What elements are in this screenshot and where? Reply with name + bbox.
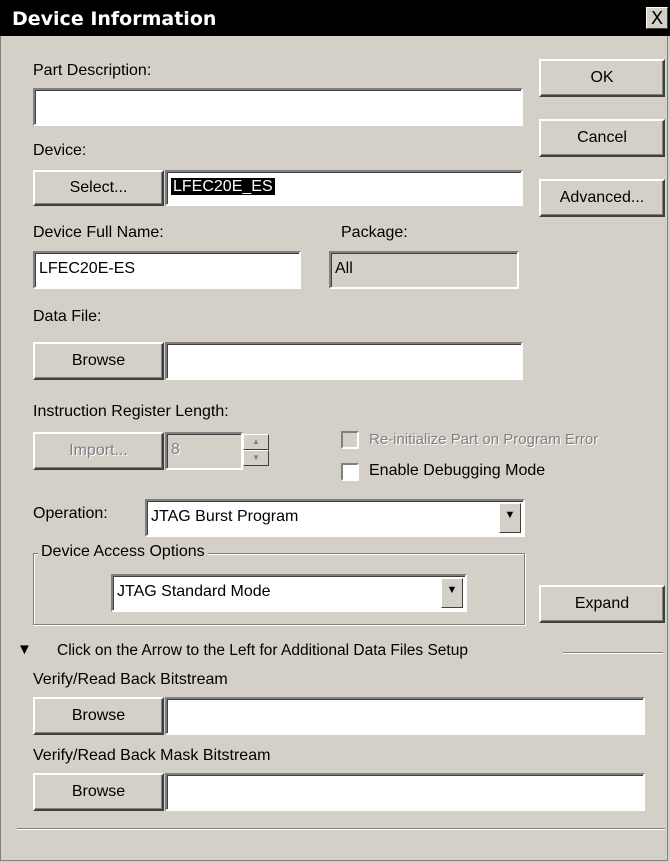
part-description-label: Part Description: bbox=[33, 62, 152, 79]
operation-select[interactable]: JTAG Burst Program ▼ bbox=[145, 499, 525, 537]
package-field: All bbox=[329, 251, 519, 289]
device-full-name-label: Device Full Name: bbox=[33, 224, 164, 241]
additional-files-header: Click on the Arrow to the Left for Addit… bbox=[57, 642, 468, 659]
expand-button[interactable]: Expand bbox=[539, 585, 665, 623]
data-file-label: Data File: bbox=[33, 308, 102, 325]
verify-bitstream-label: Verify/Read Back Bitstream bbox=[33, 671, 228, 688]
device-select-button[interactable]: Select... bbox=[33, 170, 164, 206]
debugging-label: Enable Debugging Mode bbox=[369, 462, 546, 479]
reinitialize-checkbox[interactable] bbox=[341, 431, 359, 449]
bottom-divider bbox=[17, 828, 665, 830]
close-button[interactable]: X bbox=[646, 7, 668, 29]
instruction-register-label: Instruction Register Length: bbox=[33, 403, 229, 420]
title-bar[interactable]: Device Information X bbox=[0, 0, 670, 36]
device-access-options-label: Device Access Options bbox=[38, 543, 208, 561]
ok-button[interactable]: OK bbox=[539, 59, 665, 97]
data-file-input[interactable] bbox=[165, 342, 523, 380]
data-file-browse-button[interactable]: Browse bbox=[33, 342, 164, 380]
device-access-select[interactable]: JTAG Standard Mode ▼ bbox=[111, 574, 467, 612]
cancel-button[interactable]: Cancel bbox=[539, 119, 665, 157]
mask-bitstream-browse-button[interactable]: Browse bbox=[33, 773, 164, 811]
device-label: Device: bbox=[33, 142, 87, 159]
window-title: Device Information bbox=[12, 8, 217, 30]
reinitialize-label: Re-initialize Part on Program Error bbox=[369, 431, 599, 448]
header-divider bbox=[563, 652, 663, 654]
expand-arrow-icon[interactable]: ▼ bbox=[17, 641, 32, 658]
import-button[interactable]: Import... bbox=[33, 432, 164, 470]
verify-bitstream-browse-button[interactable]: Browse bbox=[33, 697, 164, 735]
device-value: LFEC20E_ES bbox=[171, 178, 275, 195]
operation-label: Operation: bbox=[33, 505, 108, 522]
mask-bitstream-input[interactable] bbox=[165, 773, 645, 811]
mask-bitstream-label: Verify/Read Back Mask Bitstream bbox=[33, 747, 271, 764]
part-description-input[interactable] bbox=[33, 88, 523, 126]
spin-up-icon[interactable]: ▲ bbox=[243, 434, 269, 450]
debugging-checkbox[interactable] bbox=[341, 463, 359, 481]
device-full-name-input[interactable]: LFEC20E-ES bbox=[33, 251, 301, 289]
device-input[interactable]: LFEC20E_ES bbox=[165, 170, 523, 206]
instruction-register-length-input[interactable]: 8 bbox=[165, 432, 243, 470]
device-access-value: JTAG Standard Mode bbox=[117, 583, 271, 600]
device-access-dropdown-arrow-icon[interactable]: ▼ bbox=[441, 578, 463, 608]
operation-dropdown-arrow-icon[interactable]: ▼ bbox=[499, 503, 521, 533]
spin-down-icon[interactable]: ▼ bbox=[243, 450, 269, 466]
advanced-button[interactable]: Advanced... bbox=[539, 179, 665, 217]
operation-value: JTAG Burst Program bbox=[151, 508, 299, 525]
verify-bitstream-input[interactable] bbox=[165, 697, 645, 735]
package-label: Package: bbox=[341, 224, 408, 241]
instruction-register-spinner[interactable]: ▲ ▼ bbox=[243, 434, 269, 468]
